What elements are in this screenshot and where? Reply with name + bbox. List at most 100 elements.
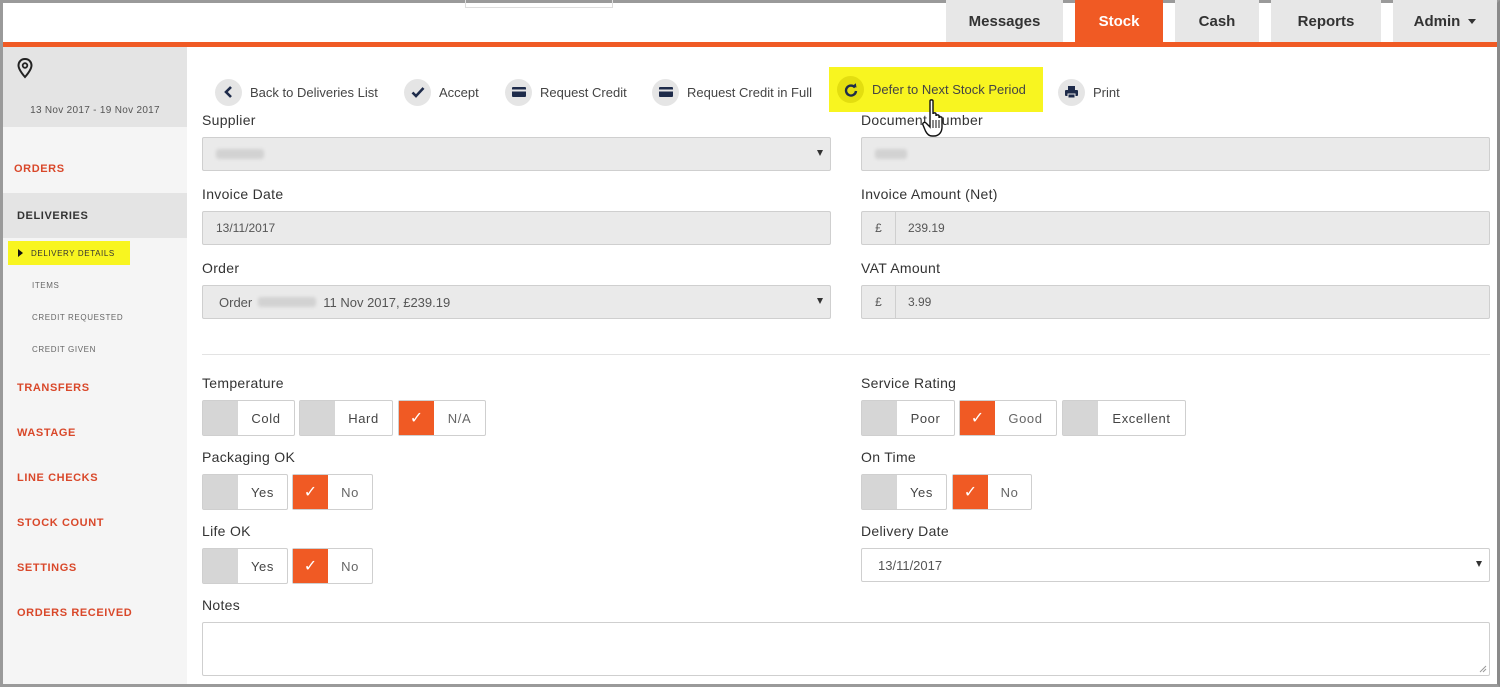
option-label: Poor	[910, 410, 941, 426]
accept-button[interactable]: Accept	[404, 72, 479, 112]
section-divider	[202, 354, 1490, 355]
check-icon: ✓	[293, 475, 328, 509]
supplier-select[interactable]	[202, 137, 831, 171]
request-credit-button[interactable]: Request Credit	[505, 72, 627, 112]
option-label: Yes	[250, 484, 274, 500]
temperature-label: Temperature	[202, 375, 284, 391]
invoice-date-value: 13/11/2017	[216, 221, 276, 235]
invoice-date-field[interactable]: 13/11/2017	[202, 211, 831, 245]
option-label: Yes	[909, 484, 933, 500]
notes-label: Notes	[202, 597, 241, 613]
option-label: N/A	[447, 410, 472, 426]
checkbox-icon	[203, 475, 238, 509]
option-label: Excellent	[1112, 410, 1171, 426]
chevron-down-icon	[817, 150, 823, 156]
on-time-option-yes[interactable]: Yes	[861, 474, 947, 510]
resize-handle-icon[interactable]	[1479, 665, 1487, 673]
temperature-option-hard[interactable]: Hard	[299, 400, 393, 436]
sidebar-item-settings[interactable]: SETTINGS	[3, 545, 187, 590]
sidebar-item-line-checks[interactable]: LINE CHECKS	[3, 455, 187, 500]
checkbox-icon	[300, 401, 335, 435]
back-to-deliveries-button[interactable]: Back to Deliveries List	[215, 72, 378, 112]
life-option-yes[interactable]: Yes	[202, 548, 288, 584]
vat-amount-label: VAT Amount	[861, 260, 941, 276]
chevron-down-icon	[1468, 18, 1477, 24]
print-button[interactable]: Print	[1058, 72, 1120, 112]
on-time-option-no[interactable]: ✓ No	[952, 474, 1032, 510]
sidebar-item-stock-count[interactable]: STOCK COUNT	[3, 500, 187, 545]
life-ok-label: Life OK	[202, 523, 251, 539]
sidebar-subitem-credit-requested[interactable]: CREDIT REQUESTED	[3, 305, 187, 329]
sidebar-item-orders[interactable]: ORDERS	[0, 146, 184, 191]
credit-card-icon	[505, 78, 532, 106]
tab-reports[interactable]: Reports	[1271, 0, 1381, 42]
request-credit-label: Request Credit	[540, 84, 627, 100]
top-search-box[interactable]	[465, 0, 613, 8]
option-label: No	[1000, 484, 1019, 500]
checkbox-icon	[203, 401, 238, 435]
sidebar-item-label: TRANSFERS	[17, 381, 90, 394]
document-number-field[interactable]	[861, 137, 1490, 171]
option-label: Cold	[251, 410, 281, 426]
defer-to-next-stock-period-label: Defer to Next Stock Period	[872, 82, 1026, 97]
checkbox-icon	[862, 475, 897, 509]
sidebar-subitem-credit-given[interactable]: CREDIT GIVEN	[3, 337, 187, 361]
location-panel: 13 Nov 2017 - 19 Nov 2017	[3, 47, 187, 127]
order-label: Order	[202, 260, 240, 276]
currency-prefix: £	[862, 286, 896, 318]
chevron-down-icon	[817, 298, 823, 304]
invoice-date-label: Invoice Date	[202, 186, 284, 202]
packaging-option-yes[interactable]: Yes	[202, 474, 288, 510]
tab-reports-label: Reports	[1297, 12, 1355, 30]
notes-textarea[interactable]	[202, 622, 1490, 676]
tab-cash[interactable]: Cash	[1175, 0, 1259, 42]
redacted-order-number	[258, 297, 317, 307]
service-option-excellent[interactable]: Excellent	[1062, 400, 1186, 436]
delivery-date-select[interactable]: 13/11/2017	[861, 548, 1490, 582]
temperature-option-cold[interactable]: Cold	[202, 400, 295, 436]
tab-admin-label: Admin	[1413, 12, 1461, 30]
checkbox-icon	[1063, 401, 1098, 435]
invoice-amount-label: Invoice Amount (Net)	[861, 186, 998, 202]
sidebar-item-label: DELIVERIES	[17, 209, 89, 222]
service-option-poor[interactable]: Poor	[861, 400, 955, 436]
request-credit-in-full-label: Request Credit in Full	[687, 84, 812, 100]
sidebar-item-label: LINE CHECKS	[17, 471, 99, 484]
life-option-no[interactable]: ✓ No	[292, 548, 373, 584]
sidebar-subitem-label: DELIVERY DETAILS	[31, 248, 115, 258]
redacted-supplier	[216, 149, 264, 159]
check-icon: ✓	[960, 401, 995, 435]
vat-amount-field[interactable]: £ 3.99	[861, 285, 1490, 319]
tab-messages[interactable]: Messages	[946, 0, 1063, 42]
supplier-label: Supplier	[202, 112, 256, 128]
map-pin-icon[interactable]	[15, 57, 35, 79]
sidebar-item-transfers[interactable]: TRANSFERS	[3, 365, 187, 410]
sidebar-item-wastage[interactable]: WASTAGE	[3, 410, 187, 455]
sidebar-subitem-label: ITEMS	[32, 280, 60, 290]
redacted-document-number	[875, 149, 907, 159]
on-time-label: On Time	[861, 449, 917, 465]
request-credit-in-full-button[interactable]: Request Credit in Full	[652, 72, 812, 112]
hand-pointer-icon	[922, 99, 943, 137]
service-option-good[interactable]: ✓ Good	[959, 400, 1057, 436]
accept-label: Accept	[439, 84, 479, 100]
tab-stock[interactable]: Stock	[1075, 0, 1163, 42]
stock-period-range: 13 Nov 2017 - 19 Nov 2017	[30, 105, 160, 116]
sidebar-subitem-delivery-details[interactable]: DELIVERY DETAILS	[8, 241, 130, 265]
order-description: 11 Nov 2017, £239.19	[323, 294, 451, 310]
packaging-option-no[interactable]: ✓ No	[292, 474, 373, 510]
service-rating-label: Service Rating	[861, 375, 957, 391]
option-label: Good	[1008, 410, 1043, 426]
sidebar-item-orders-received[interactable]: ORDERS RECEIVED	[3, 590, 187, 635]
sidebar-subitem-items[interactable]: ITEMS	[3, 273, 187, 297]
check-icon: ✓	[399, 401, 434, 435]
sidebar-subitem-label: CREDIT GIVEN	[32, 344, 96, 354]
chevron-left-icon	[215, 78, 242, 106]
order-select[interactable]: Order 11 Nov 2017, £239.19	[202, 285, 831, 319]
option-label: Hard	[348, 410, 379, 426]
sidebar-item-deliveries[interactable]: DELIVERIES	[3, 193, 187, 238]
tab-admin[interactable]: Admin	[1393, 0, 1497, 42]
invoice-amount-field[interactable]: £ 239.19	[861, 211, 1490, 245]
temperature-option-na[interactable]: ✓ N/A	[398, 400, 486, 436]
check-icon: ✓	[953, 475, 988, 509]
